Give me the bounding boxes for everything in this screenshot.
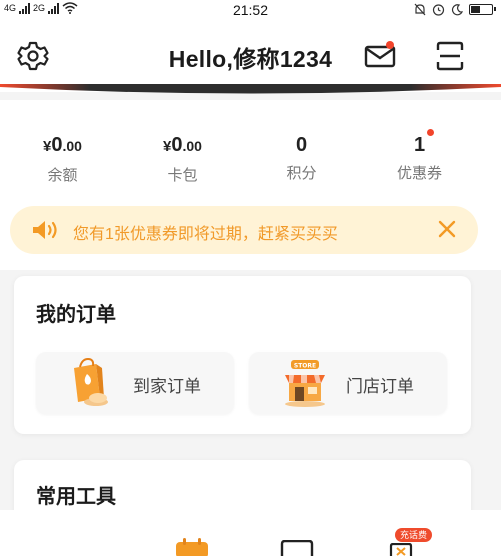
stat-decimal: .00 xyxy=(182,138,202,154)
moon-icon xyxy=(451,3,463,15)
coupon-notice[interactable]: 您有1张优惠券即将过期，赶紧买买买 xyxy=(10,206,478,254)
card-icon[interactable] xyxy=(280,540,314,556)
stat-label: 积分 xyxy=(286,165,317,182)
stat-decimal: .00 xyxy=(62,138,82,154)
account-stats: ¥0.00 余额 ¥0.00 卡包 0 积分 1 优惠券 xyxy=(0,100,501,200)
stat-value: 0 xyxy=(171,134,183,156)
stat-value: 1 xyxy=(413,134,426,156)
header-divider xyxy=(0,84,501,94)
stat-value: 0 xyxy=(295,134,308,156)
store-icon: STORE xyxy=(285,360,325,407)
tools-title: 常用工具 xyxy=(36,486,116,508)
notice-text: 您有1张优惠券即将过期，赶紧买买买 xyxy=(73,226,338,243)
shopping-bag-icon xyxy=(74,358,108,406)
store-sign-text: STORE xyxy=(294,363,316,370)
speaker-icon xyxy=(33,221,57,239)
stat-label: 卡包 xyxy=(167,167,198,184)
orders-title: 我的订单 xyxy=(36,304,116,326)
tools-strip: 充话费 xyxy=(0,510,501,556)
status-right xyxy=(414,3,496,16)
stat-balance[interactable]: ¥0.00 余额 xyxy=(0,132,125,185)
stat-points[interactable]: 0 积分 xyxy=(239,132,364,183)
stat-coupons[interactable]: 1 优惠券 xyxy=(357,129,482,183)
stat-value: 0 xyxy=(51,134,63,156)
stat-cards[interactable]: ¥0.00 卡包 xyxy=(120,132,245,185)
store-orders-label: 门店订单 xyxy=(346,377,414,396)
alarm-icon xyxy=(432,4,445,16)
messages-button[interactable] xyxy=(363,39,397,73)
header: Hello,修称1234 xyxy=(0,20,501,92)
page-title: Hello,修称1234 xyxy=(168,46,333,72)
orders-card: 我的订单 到家订单 STORE 门店订单 xyxy=(14,276,471,434)
bell-off-icon xyxy=(414,3,426,16)
scan-icon xyxy=(436,41,464,71)
store-orders-button[interactable]: STORE 门店订单 xyxy=(249,352,447,414)
stat-label: 优惠券 xyxy=(396,165,442,182)
recharge-badge: 充话费 xyxy=(395,528,433,542)
calendar-icon[interactable] xyxy=(175,538,209,556)
coupon-dot xyxy=(427,129,434,136)
stat-label: 余额 xyxy=(47,167,78,184)
close-icon[interactable] xyxy=(436,218,458,240)
status-bar: 4G 2G 21:52 xyxy=(0,0,501,20)
unread-dot xyxy=(386,41,394,49)
home-orders-button[interactable]: 到家订单 xyxy=(36,352,234,414)
battery-icon xyxy=(469,4,496,15)
home-orders-label: 到家订单 xyxy=(133,377,201,396)
scan-button[interactable] xyxy=(433,39,467,73)
phone-icon[interactable] xyxy=(388,543,414,556)
